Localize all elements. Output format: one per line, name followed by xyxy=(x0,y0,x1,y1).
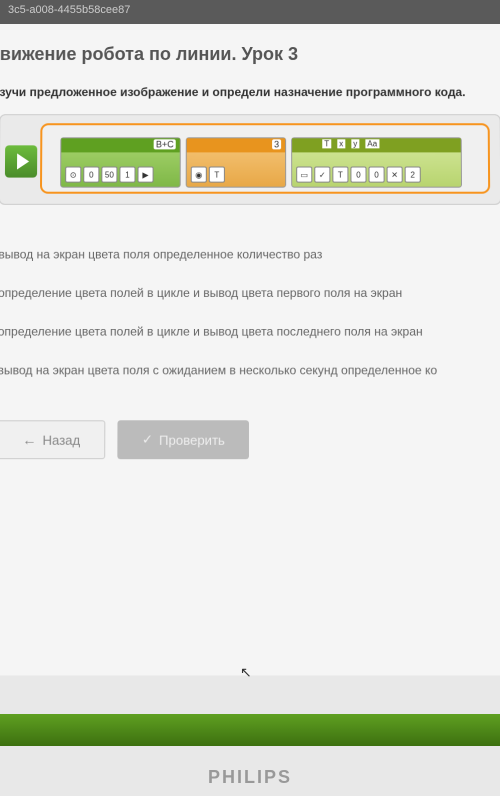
ev3-program-image: 01 B+C ⊙ 0 50 1 ▶ 3 ◉ T T xyxy=(0,114,500,205)
color-sensor-icon: ◉ xyxy=(191,167,207,183)
instruction-text: зучи предложенное изображение и определи… xyxy=(0,85,500,99)
url-bar: 3c5-a008-4455b58cee87 xyxy=(0,0,500,24)
url-text: 3c5-a008-4455b58cee87 xyxy=(8,4,130,16)
display-top-params: T x y Aa xyxy=(322,139,379,148)
param-val: 2 xyxy=(405,167,421,183)
answer-option[interactable]: определение цвета полей в цикле и вывод … xyxy=(0,274,500,313)
nav-buttons: ← Назад ✓ Проверить xyxy=(0,420,500,459)
param-val: 0 xyxy=(350,167,366,183)
sensor-port-label: 3 xyxy=(272,139,281,149)
mouse-cursor-icon: ↖ xyxy=(240,664,252,681)
check-label: Проверить xyxy=(159,432,225,447)
brake-icon: ▶ xyxy=(137,167,153,183)
param-val: 0 xyxy=(83,167,99,183)
arrow-left-icon: ← xyxy=(22,432,36,448)
param-val: ✓ xyxy=(314,167,330,183)
param-val: 50 xyxy=(101,167,117,183)
steering-icon: ⊙ xyxy=(65,167,81,183)
start-block-icon xyxy=(5,145,37,177)
answer-option[interactable]: вывод на экран цвета поля определенное к… xyxy=(0,235,500,273)
monitor-brand-label: PHILIPS xyxy=(208,767,292,788)
back-label: Назад xyxy=(42,432,80,447)
page-title: вижение робота по линии. Урок 3 xyxy=(0,44,500,65)
answer-option[interactable]: определение цвета полей в цикле и вывод … xyxy=(0,312,500,351)
param-val: 0 xyxy=(368,167,384,183)
param-val: T xyxy=(332,167,348,183)
param-val: 1 xyxy=(119,167,135,183)
loop-counter: 01 xyxy=(419,114,439,115)
motor-block: B+C ⊙ 0 50 1 ▶ xyxy=(60,137,181,187)
check-button[interactable]: ✓ Проверить xyxy=(118,420,250,459)
lesson-content: вижение робота по линии. Урок 3 зучи пре… xyxy=(0,24,500,676)
windows-taskbar[interactable] xyxy=(0,714,500,746)
text-out-icon: T xyxy=(209,167,225,183)
sensor-block: 3 ◉ T xyxy=(186,137,286,187)
display-block: T x y Aa ▭ ✓ T 0 0 ✕ 2 xyxy=(291,137,462,187)
back-button[interactable]: ← Назад xyxy=(0,420,106,459)
screen-icon: ▭ xyxy=(296,167,312,183)
motor-port-label: B+C xyxy=(154,139,176,149)
answer-option[interactable]: вывод на экран цвета поля с ожиданием в … xyxy=(0,351,500,390)
param-val: ✕ xyxy=(387,167,403,183)
check-icon: ✓ xyxy=(142,432,153,448)
